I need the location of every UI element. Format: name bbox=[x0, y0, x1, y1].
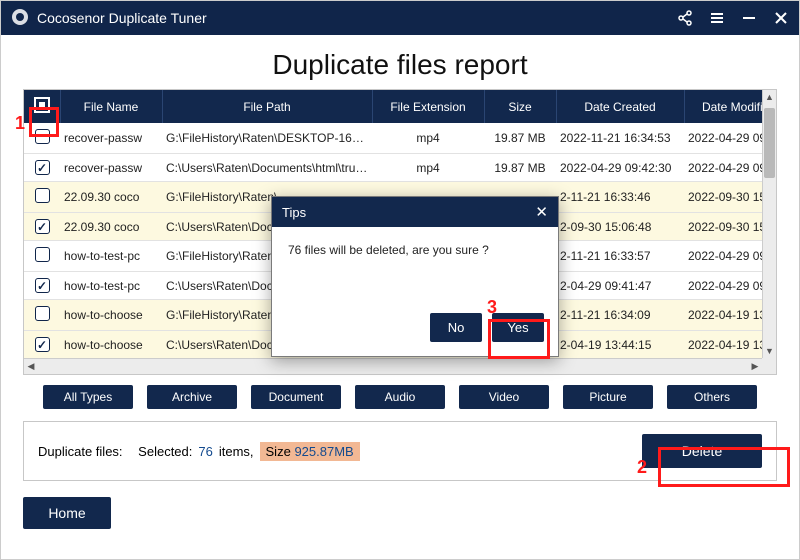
col-extension[interactable]: File Extension bbox=[372, 90, 484, 123]
scroll-down-icon[interactable]: ▼ bbox=[763, 344, 776, 358]
cell-extension: mp4 bbox=[372, 154, 484, 182]
cell-created: 2-09-30 15:06:48 bbox=[556, 213, 684, 241]
status-count: 76 bbox=[198, 444, 212, 459]
scroll-corner bbox=[762, 358, 776, 374]
cell-filename: how-to-test-pc bbox=[60, 272, 162, 300]
dialog-no-button[interactable]: No bbox=[430, 313, 482, 342]
cell-filename: 22.09.30 coco bbox=[60, 213, 162, 241]
dialog-title: Tips bbox=[282, 205, 306, 220]
horizontal-scrollbar[interactable]: ◀ ▶ bbox=[24, 358, 762, 374]
app-window: Cocosenor Duplicate Tuner Duplicate file… bbox=[0, 0, 800, 560]
cell-created: 2-11-21 16:33:46 bbox=[556, 182, 684, 213]
titlebar: Cocosenor Duplicate Tuner bbox=[1, 1, 799, 35]
cell-filename: 22.09.30 coco bbox=[60, 182, 162, 213]
row-checkbox[interactable] bbox=[35, 129, 50, 144]
menu-icon[interactable] bbox=[709, 10, 725, 26]
status-bar: Duplicate files: Selected: 76 items, Siz… bbox=[23, 421, 777, 481]
row-checkbox[interactable] bbox=[35, 278, 50, 293]
close-icon[interactable] bbox=[773, 10, 789, 26]
cell-filename: recover-passw bbox=[60, 154, 162, 182]
col-created[interactable]: Date Created bbox=[556, 90, 684, 123]
table-row[interactable]: recover-passwG:\FileHistory\Raten\DESKTO… bbox=[24, 123, 777, 154]
col-filename[interactable]: File Name bbox=[60, 90, 162, 123]
scroll-left-icon[interactable]: ◀ bbox=[24, 359, 38, 374]
select-all-checkbox[interactable] bbox=[34, 97, 50, 113]
row-checkbox[interactable] bbox=[35, 219, 50, 234]
table-row[interactable]: recover-passwC:\Users\Raten\Documents\ht… bbox=[24, 154, 777, 182]
col-filepath[interactable]: File Path bbox=[162, 90, 372, 123]
cell-size: 19.87 MB bbox=[484, 123, 556, 154]
dialog-close-icon[interactable]: ✕ bbox=[535, 203, 548, 221]
delete-button[interactable]: Delete bbox=[642, 434, 762, 468]
scroll-up-icon[interactable]: ▲ bbox=[763, 90, 776, 104]
cell-created: 2-11-21 16:33:57 bbox=[556, 241, 684, 272]
filter-archive[interactable]: Archive bbox=[147, 385, 237, 409]
row-checkbox[interactable] bbox=[35, 160, 50, 175]
row-checkbox[interactable] bbox=[35, 306, 50, 321]
scroll-right-icon[interactable]: ▶ bbox=[748, 359, 762, 374]
page-title: Duplicate files report bbox=[1, 35, 799, 89]
status-selected-label: Selected: bbox=[138, 444, 192, 459]
filter-row: All Types Archive Document Audio Video P… bbox=[23, 385, 777, 409]
cell-filename: how-to-test-pc bbox=[60, 241, 162, 272]
cell-filename: how-to-choose bbox=[60, 300, 162, 331]
vertical-scrollbar[interactable]: ▲ ▼ bbox=[762, 90, 776, 358]
cell-created: 2022-04-29 09:42:30 bbox=[556, 154, 684, 182]
cell-filepath: C:\Users\Raten\Documents\html\trunk bbox=[162, 154, 372, 182]
status-dup-label: Duplicate files: bbox=[38, 444, 123, 459]
col-size[interactable]: Size bbox=[484, 90, 556, 123]
dialog-yes-button[interactable]: Yes bbox=[492, 313, 544, 342]
app-title: Cocosenor Duplicate Tuner bbox=[37, 10, 207, 26]
cell-extension: mp4 bbox=[372, 123, 484, 154]
filter-document[interactable]: Document bbox=[251, 385, 341, 409]
filter-audio[interactable]: Audio bbox=[355, 385, 445, 409]
cell-created: 2-11-21 16:34:09 bbox=[556, 300, 684, 331]
table-header-row: File Name File Path File Extension Size … bbox=[24, 90, 777, 123]
home-button[interactable]: Home bbox=[23, 497, 111, 529]
cell-size: 19.87 MB bbox=[484, 154, 556, 182]
minimize-icon[interactable] bbox=[741, 10, 757, 26]
cell-created: 2-04-29 09:41:47 bbox=[556, 272, 684, 300]
row-checkbox[interactable] bbox=[35, 247, 50, 262]
cell-filename: recover-passw bbox=[60, 123, 162, 154]
status-items-word: items, bbox=[219, 444, 254, 459]
dialog-message: 76 files will be deleted, are you sure ? bbox=[272, 227, 558, 313]
row-checkbox[interactable] bbox=[35, 188, 50, 203]
filter-picture[interactable]: Picture bbox=[563, 385, 653, 409]
filter-others[interactable]: Others bbox=[667, 385, 757, 409]
cell-filename: how-to-choose bbox=[60, 331, 162, 359]
confirm-dialog: Tips ✕ 76 files will be deleted, are you… bbox=[271, 196, 559, 357]
cell-filepath: G:\FileHistory\Raten\DESKTOP-16H58I bbox=[162, 123, 372, 154]
status-size-value: 925.87MB bbox=[294, 444, 353, 459]
filter-all-types[interactable]: All Types bbox=[43, 385, 133, 409]
share-icon[interactable] bbox=[677, 10, 693, 26]
filter-video[interactable]: Video bbox=[459, 385, 549, 409]
row-checkbox[interactable] bbox=[35, 337, 50, 352]
app-logo-icon bbox=[11, 8, 29, 29]
cell-created: 2-04-19 13:44:15 bbox=[556, 331, 684, 359]
status-size-word: Size bbox=[266, 444, 291, 459]
scroll-thumb[interactable] bbox=[764, 108, 775, 178]
cell-created: 2022-11-21 16:34:53 bbox=[556, 123, 684, 154]
